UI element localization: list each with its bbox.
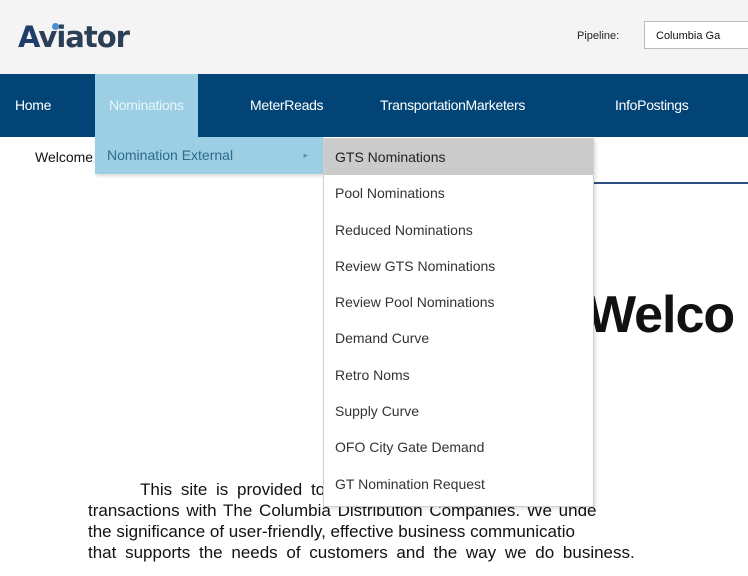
nav-item-home[interactable]: Home xyxy=(15,74,51,137)
chevron-right-icon: ▸ xyxy=(303,150,308,160)
nav-item-transportationmarketers[interactable]: TransportationMarketers xyxy=(380,74,525,137)
submenu-item-pool-nominations[interactable]: Pool Nominations xyxy=(324,175,593,211)
divider-line xyxy=(585,182,748,184)
nav-item-nominations[interactable]: Nominations xyxy=(95,74,198,137)
intro-line: the significance of user-friendly, effec… xyxy=(88,522,575,541)
nav-item-infopostings[interactable]: InfoPostings xyxy=(615,74,689,137)
welcome-breadcrumb: Welcome xyxy=(35,149,94,165)
submenu-item-review-pool-nominations[interactable]: Review Pool Nominations xyxy=(324,284,593,320)
main-nav: Home Nominations MeterReads Transportati… xyxy=(0,74,748,137)
submenu-item-gt-nomination-request[interactable]: GT Nomination Request xyxy=(324,466,593,502)
page: Av iator Pipeline: Columbia Ga Home Nomin… xyxy=(0,0,748,576)
logo-text-rest: iator xyxy=(56,20,130,54)
intro-line: that supports the needs of customers and… xyxy=(88,543,635,562)
submenu-item-supply-curve[interactable]: Supply Curve xyxy=(324,393,593,429)
pipeline-select[interactable]: Columbia Ga xyxy=(644,21,748,49)
logo-letter-a: A xyxy=(18,20,39,54)
submenu-item-review-gts-nominations[interactable]: Review GTS Nominations xyxy=(324,248,593,284)
logo-letter-v: v xyxy=(38,20,60,54)
menu-item-nomination-external[interactable]: Nomination External ▸ xyxy=(95,137,323,174)
aviator-logo[interactable]: Av iator xyxy=(18,17,130,57)
nav-item-meterreads[interactable]: MeterReads xyxy=(250,74,324,137)
submenu-item-gts-nominations[interactable]: GTS Nominations xyxy=(324,139,593,176)
nomination-submenu: GTS Nominations Pool Nominations Reduced… xyxy=(323,138,594,507)
submenu-item-ofo-city-gate-demand[interactable]: OFO City Gate Demand xyxy=(324,429,593,465)
pipeline-label: Pipeline: xyxy=(577,30,620,42)
submenu-item-retro-noms[interactable]: Retro Noms xyxy=(324,357,593,393)
page-title: Welco xyxy=(587,286,735,344)
submenu-item-reduced-nominations[interactable]: Reduced Nominations xyxy=(324,212,593,248)
header: Av iator Pipeline: Columbia Ga xyxy=(0,0,748,74)
menu-item-label: Nomination External xyxy=(107,147,234,163)
submenu-item-demand-curve[interactable]: Demand Curve xyxy=(324,320,593,356)
